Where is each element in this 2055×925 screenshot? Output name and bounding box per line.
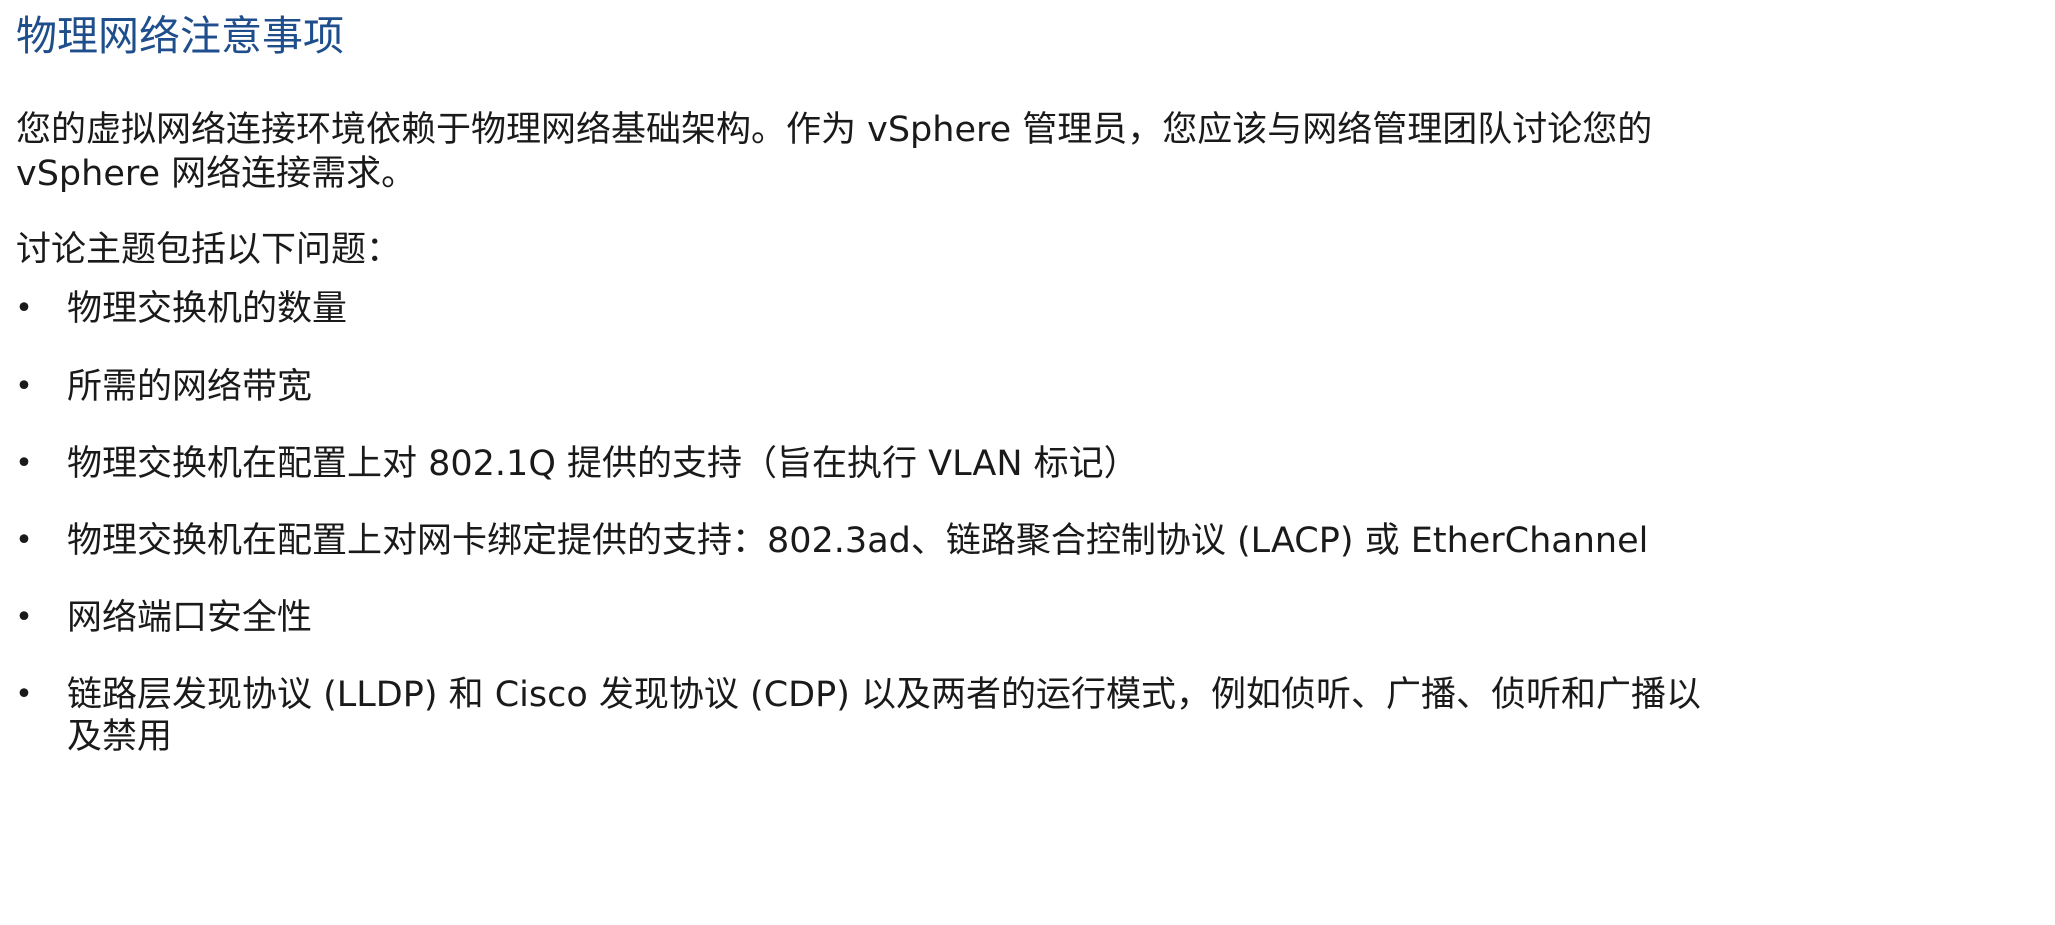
list-item-text: 物理交换机的数量 (67, 288, 1997, 330)
intro-line-1: 您的虚拟网络连接环境依赖于物理网络基础架构。作为 vSphere 管理员，您应该… (16, 110, 1653, 150)
list-item-line: 物理交换机在配置上对 802.1Q 提供的支持（旨在执行 VLAN 标记） (67, 444, 1139, 484)
intro-paragraph: 您的虚拟网络连接环境依赖于物理网络基础架构。作为 vSphere 管理员，您应该… (16, 108, 1976, 196)
bullet-icon: • (15, 291, 33, 326)
list-item-line: 链路层发现协议 (LLDP) 和 Cisco 发现协议 (CDP) 以及两者的运… (67, 675, 1701, 715)
bullet-icon: • (15, 600, 33, 635)
page-title: 物理网络注意事项 (16, 12, 344, 60)
discussion-lead: 讨论主题包括以下问题： (16, 230, 402, 270)
list-item-line: 网络端口安全性 (67, 598, 313, 638)
list-item-text: 所需的网络带宽 (67, 366, 1997, 408)
bullet-icon: • (15, 446, 33, 481)
bullet-icon: • (15, 677, 33, 712)
intro-line-2: vSphere 网络连接需求。 (16, 154, 417, 194)
list-item-line: 及禁用 (67, 717, 173, 757)
list-item-line: 物理交换机的数量 (67, 289, 348, 329)
list-item-line: 所需的网络带宽 (67, 367, 313, 407)
list-item-text: 物理交换机在配置上对 802.1Q 提供的支持（旨在执行 VLAN 标记） (67, 443, 1997, 485)
list-item-text: 链路层发现协议 (LLDP) 和 Cisco 发现协议 (CDP) 以及两者的运… (67, 674, 1997, 758)
bullet-icon: • (15, 369, 33, 404)
bullet-icon: • (15, 523, 33, 558)
list-item-line: 物理交换机在配置上对网卡绑定提供的支持：802.3ad、链路聚合控制协议 (LA… (67, 521, 1649, 561)
list-item-text: 网络端口安全性 (67, 597, 1997, 639)
list-item-text: 物理交换机在配置上对网卡绑定提供的支持：802.3ad、链路聚合控制协议 (LA… (67, 520, 1997, 562)
slide: 物理网络注意事项 您的虚拟网络连接环境依赖于物理网络基础架构。作为 vSpher… (0, 0, 2055, 925)
